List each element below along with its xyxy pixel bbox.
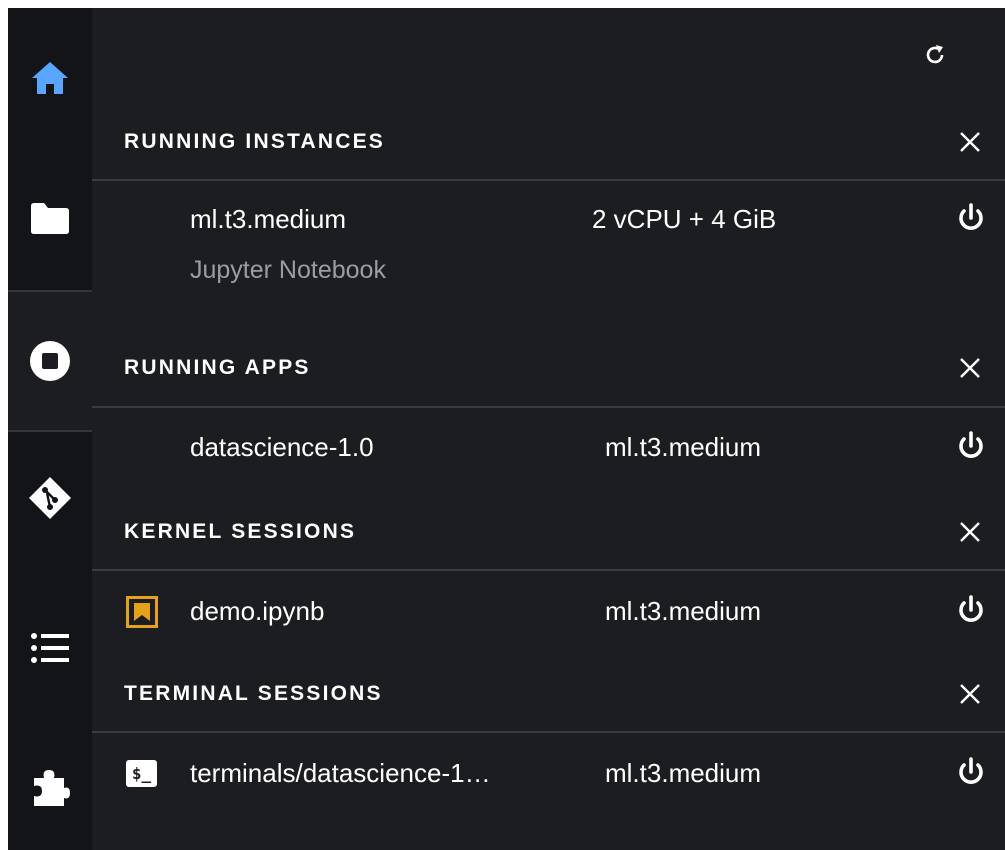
rail-running[interactable] xyxy=(8,290,92,432)
section-title: RUNNING INSTANCES xyxy=(124,130,386,153)
stop-icon xyxy=(30,341,70,381)
kernel-notebook-name: demo.ipynb xyxy=(190,596,325,626)
divider xyxy=(92,179,1005,181)
notebook-icon xyxy=(126,596,158,628)
shutdown-kernel-button[interactable] xyxy=(954,594,988,628)
list-icon xyxy=(31,633,69,663)
refresh-icon xyxy=(926,45,944,64)
divider xyxy=(92,731,1005,733)
instance-name: ml.t3.medium xyxy=(190,204,347,234)
section-running-instances: RUNNING INSTANCES xyxy=(92,122,1005,162)
refresh-button[interactable] xyxy=(920,40,950,70)
section-running-apps: RUNNING APPS xyxy=(92,348,1005,388)
divider xyxy=(92,569,1005,571)
terminal-instance-type: ml.t3.medium xyxy=(605,758,762,788)
section-terminal-sessions: TERMINAL SESSIONS xyxy=(92,674,1005,714)
terminal-name: terminals/datascience-1… xyxy=(190,758,491,788)
shutdown-all-kernels-button[interactable] xyxy=(954,516,986,548)
running-panel: RUNNING INSTANCES ml.t3.medium 2 vCPU + … xyxy=(92,8,1005,850)
shutdown-app-button[interactable] xyxy=(954,430,988,464)
extension-icon xyxy=(34,770,70,806)
terminal-row[interactable]: $_ terminals/datascience-1… ml.t3.medium xyxy=(92,744,1005,804)
rail-git[interactable] xyxy=(8,468,92,528)
instance-resources: 2 vCPU + 4 GiB xyxy=(592,204,777,234)
app-row[interactable]: datascience-1.0 ml.t3.medium xyxy=(92,418,1005,478)
terminal-icon: $_ xyxy=(126,760,157,787)
section-title: RUNNING APPS xyxy=(124,356,311,379)
power-icon xyxy=(959,203,983,230)
app-instance-type: ml.t3.medium xyxy=(605,432,762,462)
running-terminals-kernels-panel: RUNNING INSTANCES ml.t3.medium 2 vCPU + … xyxy=(8,8,1005,850)
shutdown-instance-button[interactable] xyxy=(954,202,988,236)
kernel-instance-type: ml.t3.medium xyxy=(605,596,762,626)
section-title: KERNEL SESSIONS xyxy=(124,520,357,543)
close-icon xyxy=(960,358,980,378)
rail-table-of-contents[interactable] xyxy=(8,618,92,678)
git-icon xyxy=(29,477,71,519)
power-icon xyxy=(959,431,983,458)
close-icon xyxy=(960,132,980,152)
shutdown-all-terminals-button[interactable] xyxy=(954,678,986,710)
shutdown-terminal-button[interactable] xyxy=(954,756,988,790)
close-icon xyxy=(960,522,980,542)
kernel-row[interactable]: demo.ipynb ml.t3.medium xyxy=(92,582,1005,642)
rail-home[interactable] xyxy=(8,48,92,108)
instance-app-type: Jupyter Notebook xyxy=(190,256,386,284)
section-title: TERMINAL SESSIONS xyxy=(124,682,383,705)
shutdown-all-apps-button[interactable] xyxy=(954,352,986,384)
close-icon xyxy=(960,684,980,704)
section-kernel-sessions: KERNEL SESSIONS xyxy=(92,512,1005,552)
activity-rail xyxy=(8,8,92,850)
folder-icon xyxy=(31,203,69,234)
instance-row[interactable]: ml.t3.medium 2 vCPU + 4 GiB Jupyter Note… xyxy=(92,190,1005,300)
rail-file-browser[interactable] xyxy=(8,188,92,248)
power-icon xyxy=(959,757,983,784)
shutdown-all-instances-button[interactable] xyxy=(954,126,986,158)
rail-extensions[interactable] xyxy=(8,758,92,818)
power-icon xyxy=(959,595,983,622)
divider xyxy=(92,406,1005,408)
home-icon xyxy=(32,62,68,94)
app-name: datascience-1.0 xyxy=(190,432,374,462)
